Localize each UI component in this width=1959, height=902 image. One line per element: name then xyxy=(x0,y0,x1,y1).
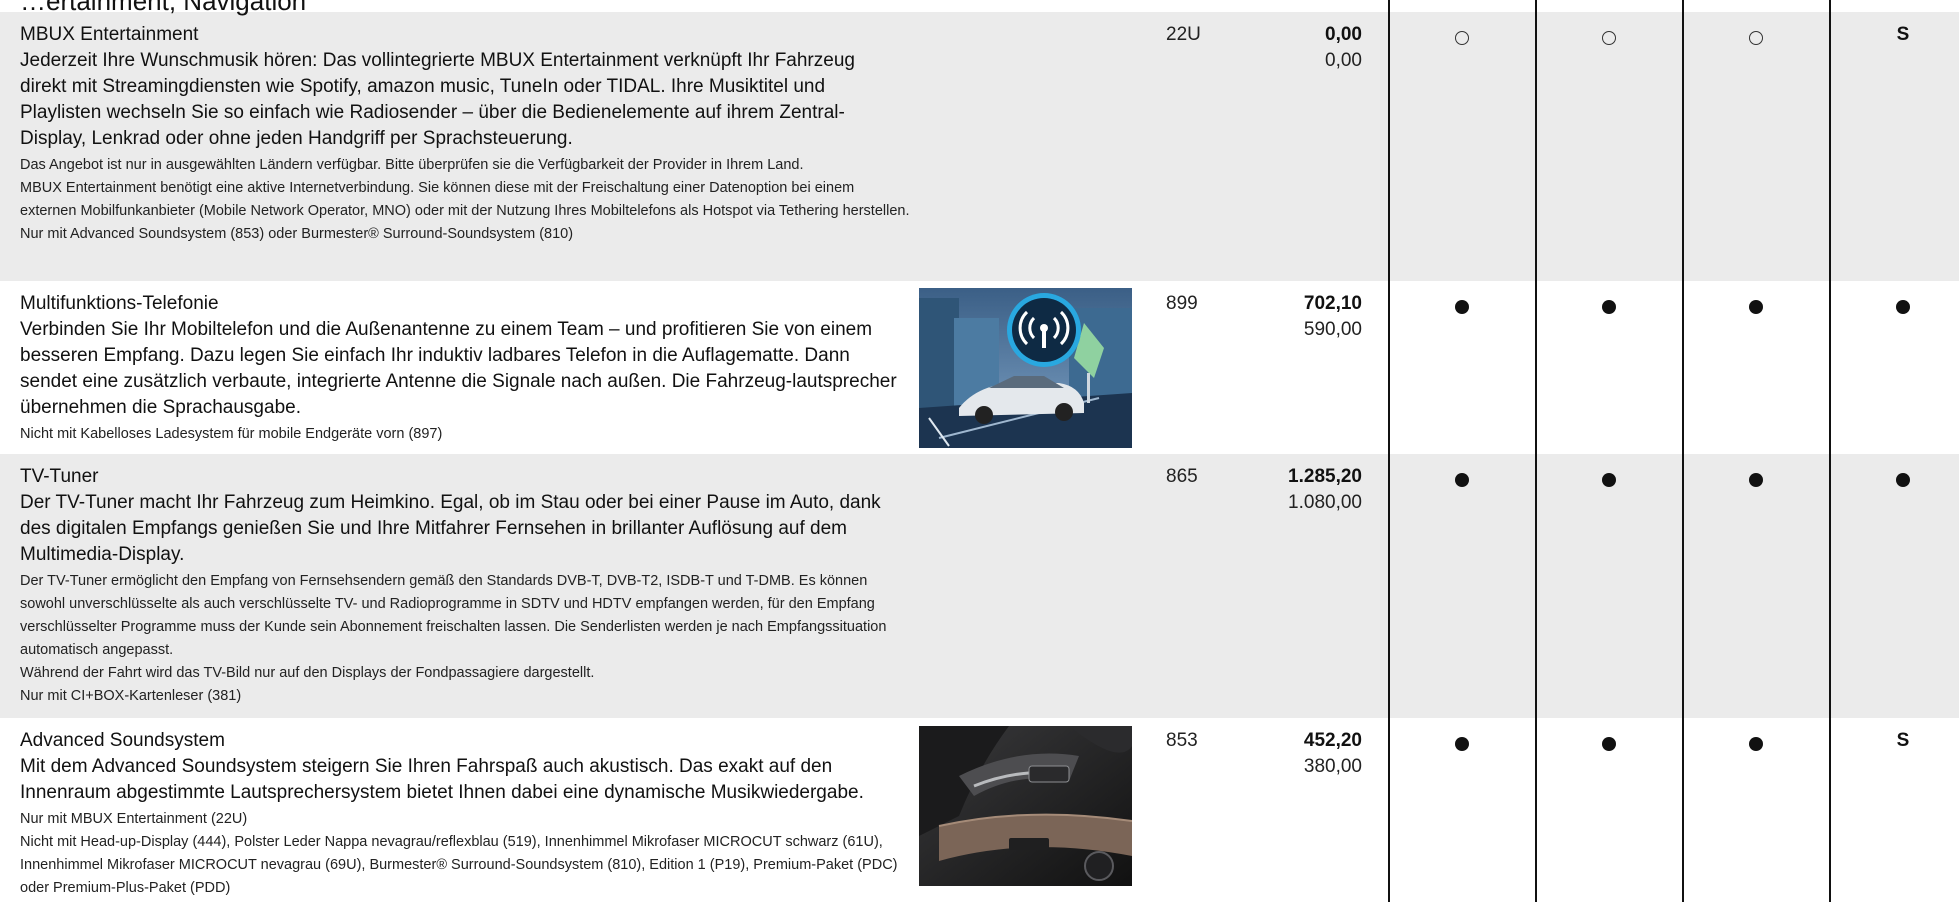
availability-dot-icon xyxy=(1883,300,1923,314)
option-title: TV-Tuner xyxy=(20,466,99,487)
option-description: Advanced Soundsystem Mit dem Advanced So… xyxy=(20,728,910,900)
price-gross: 452,20 xyxy=(1303,730,1362,751)
option-code: 899 xyxy=(1166,293,1198,314)
table-row-tv-tuner: TV-Tuner Der TV-Tuner macht Ihr Fahrzeug… xyxy=(0,454,1959,718)
column-divider xyxy=(1535,0,1537,902)
option-body-text: Verbinden Sie Ihr Mobiltelefon und die A… xyxy=(20,319,897,418)
price-gross: 702,10 xyxy=(1303,293,1362,314)
option-note: Der TV-Tuner ermöglicht den Empfang von … xyxy=(20,573,887,658)
option-note: Nur mit MBUX Entertainment (22U) xyxy=(20,811,248,827)
option-description: MBUX Entertainment Jederzeit Ihre Wunsch… xyxy=(20,22,910,246)
availability-dot-icon xyxy=(1883,473,1923,487)
table-row-advanced-soundsystem: Advanced Soundsystem Mit dem Advanced So… xyxy=(0,718,1959,902)
availability-circle-icon xyxy=(1442,31,1482,45)
availability-dot-icon xyxy=(1589,737,1629,751)
option-body-text: Jederzeit Ihre Wunschmusik hören: Das vo… xyxy=(20,50,855,149)
option-title: Multifunktions-Telefonie xyxy=(20,293,219,314)
option-code: 865 xyxy=(1166,466,1198,487)
option-price: 702,10 590,00 xyxy=(1304,291,1362,343)
option-note: Nur mit Advanced Soundsystem (853) oder … xyxy=(20,226,574,242)
column-divider xyxy=(1829,0,1831,902)
column-divider xyxy=(1388,0,1390,902)
availability-standard-mark: S xyxy=(1896,24,1910,45)
option-description: Multifunktions-Telefonie Verbinden Sie I… xyxy=(20,291,910,446)
availability-dot-icon xyxy=(1442,473,1482,487)
availability-dot-icon xyxy=(1736,737,1776,751)
option-code: 853 xyxy=(1166,730,1198,751)
table-row-mbux-entertainment: MBUX Entertainment Jederzeit Ihre Wunsch… xyxy=(0,12,1959,281)
price-gross: 1.285,20 xyxy=(1288,466,1362,487)
option-description: TV-Tuner Der TV-Tuner macht Ihr Fahrzeug… xyxy=(20,464,910,708)
option-body-text: Der TV-Tuner macht Ihr Fahrzeug zum Heim… xyxy=(20,492,881,565)
price-net: 0,00 xyxy=(1325,50,1362,71)
availability-circle-icon xyxy=(1736,31,1776,45)
price-gross: 0,00 xyxy=(1325,24,1362,45)
option-note: Nicht mit Kabelloses Ladesystem für mobi… xyxy=(20,426,443,442)
price-net: 590,00 xyxy=(1303,319,1362,340)
option-price: 0,00 0,00 xyxy=(1325,22,1362,74)
option-title: MBUX Entertainment xyxy=(20,24,199,45)
availability-standard-mark: S xyxy=(1896,730,1910,751)
section-heading-fragment: …ertainment, Navigation xyxy=(20,0,307,16)
telephony-illustration xyxy=(919,288,1132,448)
price-list-page: MBUX Entertainment Jederzeit Ihre Wunsch… xyxy=(0,0,1959,902)
column-divider xyxy=(1682,0,1684,902)
option-note: MBUX Entertainment benötigt eine aktive … xyxy=(20,180,910,219)
availability-dot-icon xyxy=(1736,300,1776,314)
option-code: 22U xyxy=(1166,24,1201,45)
option-price: 452,20 380,00 xyxy=(1304,728,1362,780)
option-title: Advanced Soundsystem xyxy=(20,730,225,751)
availability-dot-icon xyxy=(1442,737,1482,751)
option-body-text: Mit dem Advanced Soundsystem steigern Si… xyxy=(20,756,864,803)
availability-dot-icon xyxy=(1736,473,1776,487)
availability-dot-icon xyxy=(1589,473,1629,487)
option-note: Das Angebot ist nur in ausgewählten Länd… xyxy=(20,157,804,173)
option-note: Während der Fahrt wird das TV-Bild nur a… xyxy=(20,665,595,681)
option-note: Nicht mit Head-up-Display (444), Polster… xyxy=(20,834,898,896)
availability-dot-icon xyxy=(1442,300,1482,314)
table-row-multifunktions-telefonie: Multifunktions-Telefonie Verbinden Sie I… xyxy=(0,281,1959,454)
sound-system-door-photo xyxy=(919,726,1132,886)
price-net: 380,00 xyxy=(1303,756,1362,777)
price-net: 1.080,00 xyxy=(1288,492,1362,513)
availability-dot-icon xyxy=(1589,300,1629,314)
option-price: 1.285,20 1.080,00 xyxy=(1288,464,1362,516)
option-note: Nur mit CI+BOX-Kartenleser (381) xyxy=(20,688,242,704)
availability-circle-icon xyxy=(1589,31,1629,45)
